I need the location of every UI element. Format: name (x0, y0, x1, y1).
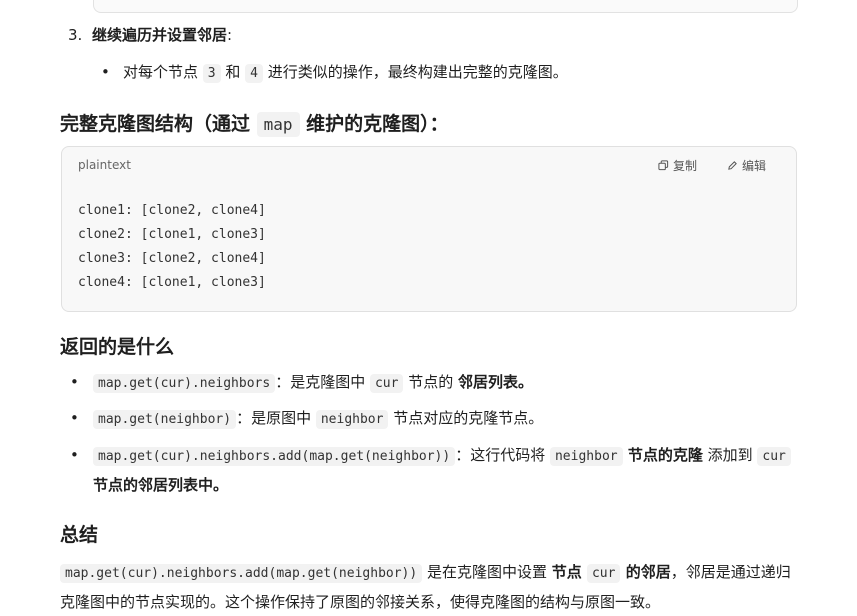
previous-code-block-edge (93, 0, 798, 13)
step-3-item: 3. 继续遍历并设置邻居: (68, 24, 232, 45)
code-actions: 复制 编辑 (658, 157, 766, 174)
summary-heading: 总结 (60, 524, 99, 546)
inline-code: map.get(neighbor) (93, 410, 237, 429)
list-item: • map.get(cur).neighbors.add(map.get(nei… (70, 441, 800, 499)
step-colon: : (227, 26, 233, 44)
bullet-bold: 节点的克隆 (622, 446, 703, 464)
bullet-dot: • (70, 409, 79, 427)
inline-code: neighbor (315, 410, 389, 429)
code-line: clone2: [clone1, clone3] (78, 227, 266, 242)
sub-and: 和 (220, 63, 246, 81)
code-block: plaintext 复制 编辑 clone1: [clone2, clone4]… (61, 146, 797, 312)
step-3-sub-item: • 对每个节点 3 和 4 进行类似的操作，最终构建出完整的克隆图。 (101, 61, 568, 83)
step-number: 3. (68, 26, 83, 44)
code-language-label: plaintext (78, 158, 131, 172)
list-item: • map.get(neighbor) ：是原图中 neighbor 节点对应的克… (70, 404, 800, 434)
inline-code: map.get(cur).neighbors.add(map.get(neigh… (60, 564, 423, 583)
code-lines: clone1: [clone2, clone4] clone2: [clone1… (78, 199, 266, 295)
summary-paragraph: map.get(cur).neighbors.add(map.get(neigh… (60, 558, 800, 616)
inline-code: cur (369, 374, 404, 393)
summary-text: 是在克隆图中设置 (422, 563, 552, 581)
copy-button[interactable]: 复制 (658, 157, 697, 174)
inline-code: map.get(cur).neighbors (93, 374, 276, 393)
copy-icon (658, 160, 669, 171)
bullet-text: ：是克隆图中 (275, 373, 370, 391)
inline-code-node-4: 4 (245, 64, 263, 83)
code-line: clone4: [clone1, clone3] (78, 275, 266, 290)
summary-bold: 的邻居 (620, 563, 671, 581)
structure-heading: 完整克隆图结构（通过 map 维护的克隆图）： (60, 109, 449, 137)
edit-icon (728, 161, 737, 170)
inline-code: neighbor (549, 447, 623, 466)
inline-code-node-3: 3 (202, 64, 221, 83)
bullet-bold: 节点的邻居列表中。 (93, 476, 229, 494)
structure-heading-part2: 维护的克隆图）： (299, 113, 449, 135)
inline-code: cur (586, 564, 621, 583)
edit-label: 编辑 (741, 159, 766, 173)
code-line: clone3: [clone2, clone4] (78, 251, 266, 266)
sub-text-2: 进行类似的操作，最终构建出完整的克隆图。 (262, 63, 568, 81)
bullet-dot: • (70, 446, 79, 464)
bullet-text: ：是原图中 (236, 409, 316, 427)
structure-heading-code: map (256, 112, 300, 137)
bullet-text: 添加到 (702, 446, 758, 464)
bullet-text: ：这行代码将 (455, 446, 550, 464)
bullet-dot: • (101, 63, 110, 81)
summary-bold: 节点 (551, 563, 587, 581)
edit-button[interactable]: 编辑 (727, 157, 766, 174)
bullet-dot: • (70, 373, 79, 391)
code-line: clone1: [clone2, clone4] (78, 203, 266, 218)
sub-text-1: 对每个节点 (123, 63, 203, 81)
return-heading: 返回的是什么 (60, 336, 175, 358)
structure-heading-part1: 完整克隆图结构（通过 (60, 113, 257, 135)
bullet-text: 节点对应的克隆节点。 (388, 409, 544, 427)
list-item: • map.get(cur).neighbors ：是克隆图中 cur 节点的 邻… (70, 368, 800, 398)
inline-code: map.get(cur).neighbors.add(map.get(neigh… (93, 447, 456, 466)
step-title: 继续遍历并设置邻居 (92, 26, 228, 44)
inline-code: cur (757, 447, 791, 466)
bullet-text: 节点的 (403, 373, 458, 391)
bullet-bold: 邻居列表。 (458, 373, 534, 391)
copy-label: 复制 (672, 159, 697, 173)
